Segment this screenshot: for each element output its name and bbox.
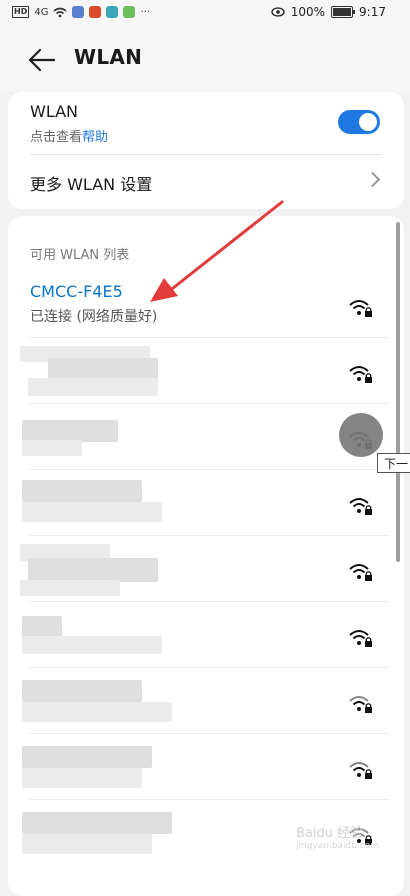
blurred-network-name [22, 746, 152, 768]
help-link[interactable]: 帮助 [82, 130, 108, 145]
blurred-network-status [22, 834, 152, 854]
blurred-network-name [22, 420, 118, 442]
clock: 9:17 [359, 5, 386, 19]
signal-4g-icon: 4G [34, 6, 49, 18]
wlan-toggle-row: WLAN 点击查看帮助 [8, 92, 404, 154]
chevron-right-icon [364, 171, 381, 188]
wlan-label: WLAN [30, 102, 79, 121]
network-item[interactable] [8, 470, 396, 536]
wifi-locked-icon [349, 696, 372, 713]
app-notification-icon [123, 6, 136, 18]
battery-level [333, 8, 352, 16]
network-list-title: 可用 WLAN 列表 [30, 248, 130, 263]
hd-icon: HD [12, 6, 30, 18]
network-list-card: 可用 WLAN 列表 CMCC-F4E5 已连接 (网络质量好) [8, 216, 404, 896]
blurred-network-status [22, 636, 162, 654]
wifi-locked-icon [349, 630, 372, 647]
blurred-network-status [28, 378, 158, 396]
eye-icon [271, 7, 285, 17]
wifi-locked-icon [349, 498, 372, 515]
watermark: Baidu 经验 jingyan.baidu.com [296, 822, 379, 851]
network-item[interactable] [8, 404, 396, 470]
wlan-toggle-switch[interactable] [338, 110, 380, 134]
wifi-locked-icon [349, 366, 372, 383]
more-wlan-settings-label: 更多 WLAN 设置 [30, 175, 153, 194]
back-button[interactable] [26, 44, 60, 76]
blurred-network-name [28, 558, 158, 582]
blurred-network-status [20, 580, 120, 596]
wlan-subtitle: 点击查看帮助 [30, 126, 108, 145]
blurred-network-name [22, 812, 172, 834]
blurred-network-status [22, 440, 82, 456]
network-name: CMCC-F4E5 [30, 282, 123, 301]
network-item[interactable] [8, 536, 396, 602]
wlan-settings-card: WLAN 点击查看帮助 更多 WLAN 设置 [8, 92, 404, 209]
wifi-locked-icon [349, 564, 372, 581]
more-notifications-icon: ··· [140, 6, 151, 18]
status-bar: HD 4G ··· 100% 9:17 [0, 0, 410, 28]
wifi-locked-icon [349, 762, 372, 779]
watermark-text: Baidu 经验 [296, 826, 364, 841]
toggle-knob [359, 113, 377, 131]
tooltip: 下一 [377, 453, 410, 473]
page-title: WLAN [74, 45, 143, 69]
blurred-network-name [22, 616, 62, 638]
network-item[interactable] [8, 602, 396, 668]
scrollbar[interactable] [396, 222, 400, 562]
app-notification-icon [106, 6, 119, 18]
blurred-network-name [22, 680, 142, 702]
network-item[interactable] [8, 338, 396, 404]
more-wlan-settings-row[interactable]: 更多 WLAN 设置 [8, 154, 404, 209]
wifi-locked-icon [349, 300, 372, 317]
network-status: 已连接 (网络质量好) [30, 309, 158, 325]
wifi-status-icon [53, 7, 67, 17]
status-icons-right: 100% 9:17 [271, 5, 386, 19]
network-item[interactable] [8, 734, 396, 800]
blurred-network-name [22, 480, 142, 502]
blurred-network-status [22, 502, 162, 522]
blurred-network-name [48, 358, 158, 380]
back-arrow-icon [28, 48, 56, 72]
app-notification-icon [89, 6, 102, 18]
app-header: WLAN [0, 28, 410, 92]
wlan-subtitle-text: 点击查看 [30, 130, 83, 145]
battery-percent: 100% [290, 5, 326, 19]
network-item-connected[interactable]: CMCC-F4E5 已连接 (网络质量好) [8, 272, 396, 338]
app-notification-icon [72, 6, 85, 18]
blurred-network-status [22, 702, 172, 722]
battery-icon [331, 6, 356, 18]
status-icons-left: HD 4G ··· [12, 6, 150, 18]
floating-assist-button[interactable] [339, 413, 383, 457]
network-item[interactable] [8, 668, 396, 734]
blurred-network-status [22, 768, 142, 788]
watermark-subtext: jingyan.baidu.com [296, 841, 380, 851]
